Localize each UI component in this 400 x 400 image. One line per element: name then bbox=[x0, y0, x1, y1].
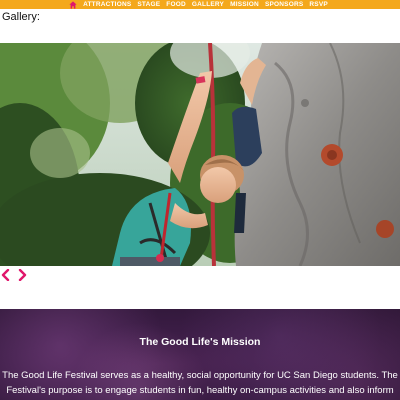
nav-item-food[interactable]: FOOD bbox=[166, 0, 186, 9]
chevron-left-icon bbox=[1, 269, 9, 281]
gallery-heading: Gallery: bbox=[2, 11, 40, 23]
home-icon[interactable] bbox=[69, 0, 77, 9]
nav-item-rsvp[interactable]: RSVP bbox=[309, 0, 328, 9]
climbing-wall-photo bbox=[0, 43, 400, 266]
mission-section: The Good Life's Mission The Good Life Fe… bbox=[0, 309, 400, 400]
chevron-right-icon bbox=[18, 269, 26, 281]
nav-item-sponsors[interactable]: SPONSORS bbox=[265, 0, 303, 9]
carousel-prev-button[interactable] bbox=[0, 269, 10, 281]
gallery-photo[interactable] bbox=[0, 43, 400, 266]
mission-title: The Good Life's Mission bbox=[139, 336, 261, 348]
mission-text: The Good Life Festival serves as a healt… bbox=[0, 369, 400, 400]
nav-item-gallery[interactable]: GALLERY bbox=[192, 0, 224, 9]
mission-text-line-2: Festival's purpose is to engage students… bbox=[6, 384, 394, 400]
nav-item-attractions[interactable]: ATTRACTIONS bbox=[83, 0, 131, 9]
nav-item-stage[interactable]: STAGE bbox=[137, 0, 160, 9]
nav-item-mission[interactable]: MISSION bbox=[230, 0, 259, 9]
carousel-next-button[interactable] bbox=[17, 269, 27, 281]
mission-text-line-1: The Good Life Festival serves as a healt… bbox=[2, 370, 398, 381]
top-nav: ATTRACTIONS STAGE FOOD GALLERY MISSION S… bbox=[0, 0, 400, 9]
